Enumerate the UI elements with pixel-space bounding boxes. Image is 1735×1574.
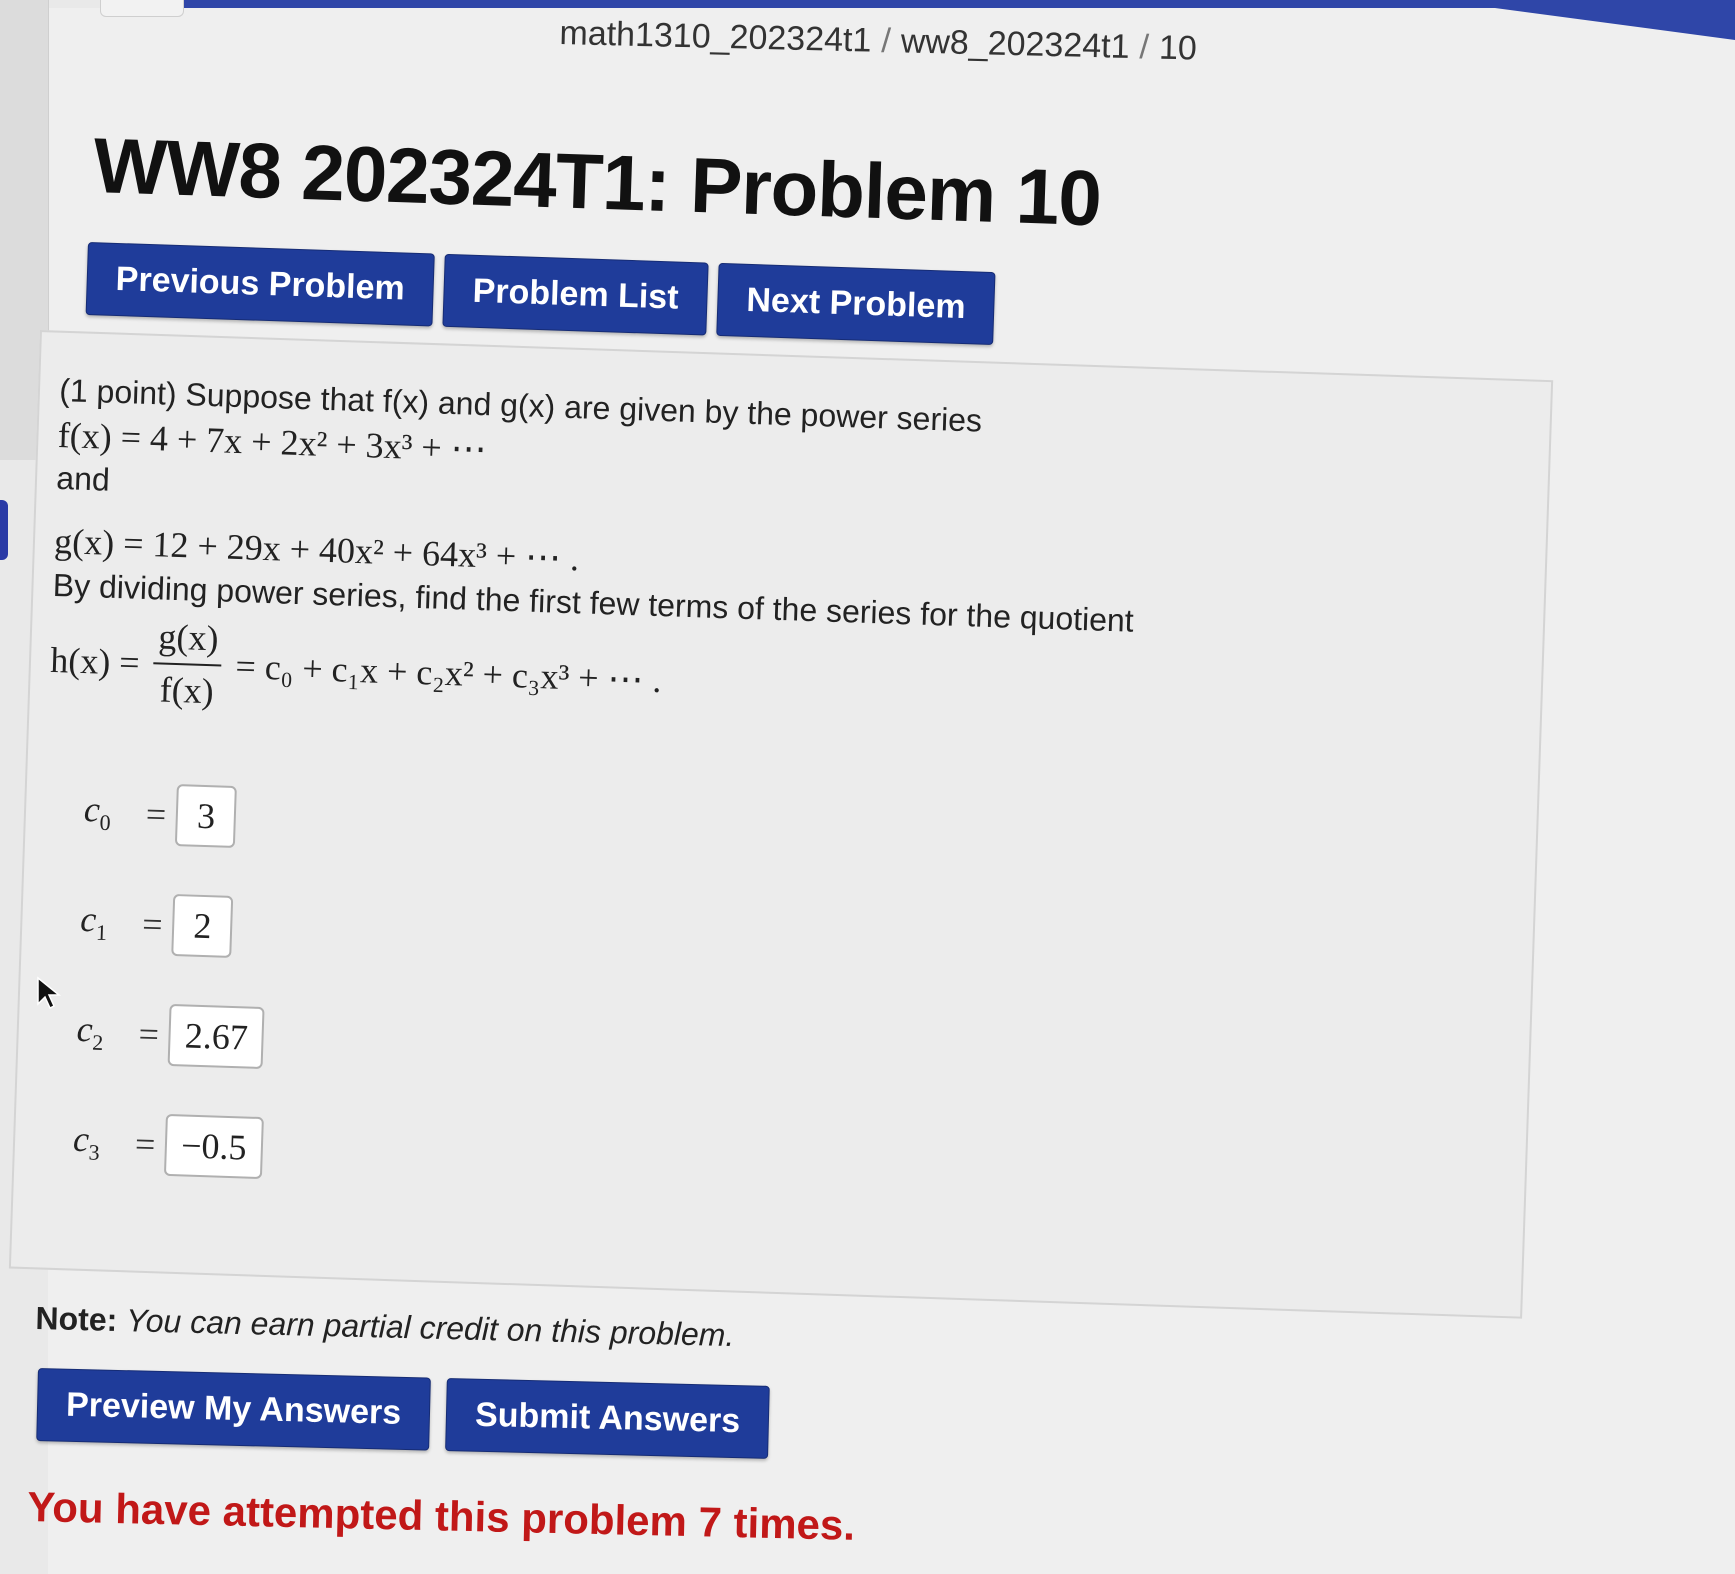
submit-answers-button[interactable]: Submit Answers (445, 1377, 771, 1459)
breadcrumb-course-link[interactable]: math1310_202324t1 (559, 14, 872, 60)
equals-sign: = (141, 903, 164, 945)
answer-row-c2: c2 = 2.67 (76, 1000, 268, 1070)
equals-sign: = (134, 1123, 156, 1165)
answer-input-c1[interactable]: 2 (171, 893, 234, 958)
preview-answers-button[interactable]: Preview My Answers (36, 1368, 432, 1451)
note-label: Note: (35, 1300, 118, 1338)
answer-row-c1: c1 = 2 (79, 890, 271, 960)
next-problem-button[interactable]: Next Problem (716, 262, 996, 346)
problem-list-button[interactable]: Problem List (442, 253, 709, 336)
breadcrumb-separator: / (1139, 28, 1150, 67)
answer-label: c3 (72, 1119, 101, 1166)
fraction-denominator: f(x) (159, 669, 215, 712)
answer-input-c2[interactable]: 2.67 (167, 1003, 265, 1070)
answer-list: c0 = 3 c1 = 2 c2 = 2.67 c3 = −0.5 (70, 780, 274, 1226)
quotient-fraction: g(x) f(x) (152, 613, 224, 716)
equals-sign: = (137, 1013, 160, 1055)
fraction-numerator: g(x) (153, 613, 224, 667)
mouse-cursor-icon (37, 976, 62, 1010)
answer-input-c3[interactable]: −0.5 (164, 1113, 264, 1180)
answer-label: c0 (83, 789, 111, 836)
previous-problem-button[interactable]: Previous Problem (85, 242, 435, 327)
answer-row-c3: c3 = −0.5 (72, 1110, 264, 1180)
breadcrumb-separator: / (880, 21, 892, 61)
answer-label: c2 (76, 1009, 104, 1056)
h-lhs: h(x) = (49, 639, 141, 683)
breadcrumb-problem: 10 (1158, 28, 1198, 68)
sidebar-toggle-tab[interactable] (0, 500, 8, 560)
breadcrumb-set-link[interactable]: ww8_202324t1 (900, 22, 1130, 66)
equals-sign: = (145, 794, 167, 835)
problem-statement: (1 point) Suppose that f(x) and g(x) are… (49, 370, 1210, 748)
answer-row-c0: c0 = 3 (83, 780, 275, 850)
answer-label: c1 (79, 899, 108, 946)
answer-input-c0[interactable]: 3 (175, 784, 238, 849)
top-tab[interactable] (100, 0, 184, 17)
h-rhs: = c₀ + c₁x + c₂x² + c₃x³ + ⋯ . (234, 645, 663, 700)
